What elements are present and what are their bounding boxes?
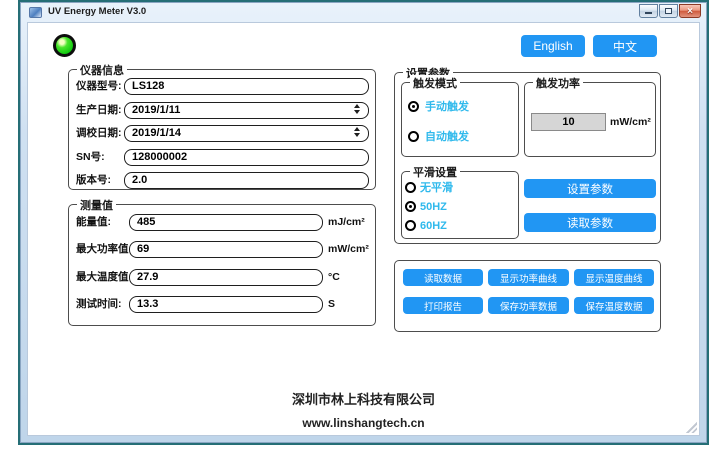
spinner-up-icon[interactable] <box>354 104 360 108</box>
smoothing-title: 平滑设置 <box>410 164 460 180</box>
close-button[interactable]: × <box>679 4 701 18</box>
window-controls: × <box>639 4 701 18</box>
maximize-icon <box>665 8 672 14</box>
app-window: UV Energy Meter V3.0 × English 中文 仪器信息 仪… <box>20 2 707 443</box>
spinner-down-icon[interactable] <box>354 110 360 114</box>
field-label-model: 仪器型号: <box>76 78 122 95</box>
field-label-version: 版本号: <box>76 172 111 189</box>
show-temp-curve-button[interactable]: 显示温度曲线 <box>574 269 654 286</box>
status-led-indicator <box>53 34 76 57</box>
app-icon <box>29 7 42 18</box>
production-date-field[interactable]: 2019/1/11 <box>124 102 369 119</box>
calibration-date-field[interactable]: 2019/1/14 <box>124 125 369 142</box>
field-label-calibration-date: 调校日期: <box>76 125 122 142</box>
read-data-button[interactable]: 读取数据 <box>403 269 483 286</box>
measure-label-test-time: 测试时间: <box>76 296 122 313</box>
trigger-mode-title: 触发模式 <box>410 75 460 91</box>
test-time-unit-label: S <box>328 296 335 313</box>
model-field[interactable]: LS128 <box>124 78 369 95</box>
set-parameters-button[interactable]: 设置参数 <box>524 179 656 198</box>
field-label-sn: SN号: <box>76 149 105 166</box>
read-parameters-button[interactable]: 读取参数 <box>524 213 656 232</box>
titlebar: UV Energy Meter V3.0 × <box>21 3 706 22</box>
website-label: www.linshangtech.cn <box>28 416 699 430</box>
spinner-up-icon[interactable] <box>354 127 360 131</box>
save-power-data-button[interactable]: 保存功率数据 <box>488 297 569 314</box>
max-temp-value-field[interactable]: 27.9 <box>129 269 323 286</box>
print-report-button[interactable]: 打印报告 <box>403 297 483 314</box>
maximize-button[interactable] <box>659 4 678 18</box>
english-language-button[interactable]: English <box>521 35 585 57</box>
measure-label-max-power: 最大功率值: <box>76 241 132 258</box>
trigger-mode-group: 触发模式 <box>401 82 519 157</box>
test-time-value-field[interactable]: 13.3 <box>129 296 323 313</box>
measurements-title: 测量值 <box>77 197 116 213</box>
sn-field[interactable]: 128000002 <box>124 149 369 166</box>
minimize-button[interactable] <box>639 4 658 18</box>
hz50-label[interactable]: 50HZ <box>420 200 447 215</box>
instrument-info-title: 仪器信息 <box>77 62 127 78</box>
trigger-power-unit-label: mW/cm² <box>610 114 651 131</box>
manual-trigger-label[interactable]: 手动触发 <box>425 100 469 115</box>
show-power-curve-button[interactable]: 显示功率曲线 <box>488 269 569 286</box>
trigger-power-title: 触发功率 <box>533 75 583 91</box>
hz60-radio[interactable] <box>405 220 416 231</box>
minimize-icon <box>645 12 652 14</box>
max-temp-unit-label: °C <box>328 269 340 286</box>
auto-trigger-radio[interactable] <box>408 131 419 142</box>
smoothing-group: 平滑设置 <box>401 171 519 239</box>
no-smoothing-label[interactable]: 无平滑 <box>420 181 453 196</box>
trigger-power-value-field[interactable]: 10 <box>531 113 606 131</box>
company-name-label: 深圳市林上科技有限公司 <box>28 389 699 408</box>
spinner-down-icon[interactable] <box>354 133 360 137</box>
save-temp-data-button[interactable]: 保存温度数据 <box>574 297 654 314</box>
measure-label-energy: 能量值: <box>76 214 111 231</box>
auto-trigger-label[interactable]: 自动触发 <box>425 130 469 145</box>
energy-value-field[interactable]: 485 <box>129 214 323 231</box>
energy-unit-label: mJ/cm² <box>328 214 365 231</box>
production-date-spinner <box>354 104 360 114</box>
max-power-value-field[interactable]: 69 <box>129 241 323 258</box>
calibration-date-spinner <box>354 127 360 137</box>
measure-label-max-temp: 最大温度值: <box>76 269 132 286</box>
chinese-language-button[interactable]: 中文 <box>593 35 657 57</box>
resize-grip[interactable] <box>686 422 697 433</box>
field-label-production-date: 生产日期: <box>76 102 122 119</box>
max-power-unit-label: mW/cm² <box>328 241 369 258</box>
version-field[interactable]: 2.0 <box>124 172 369 189</box>
no-smoothing-radio[interactable] <box>405 182 416 193</box>
client-area: English 中文 仪器信息 仪器型号: LS128 生产日期: 2019/1… <box>27 22 700 436</box>
hz50-radio[interactable] <box>405 201 416 212</box>
manual-trigger-radio[interactable] <box>408 101 419 112</box>
hz60-label[interactable]: 60HZ <box>420 219 447 234</box>
close-icon: × <box>680 5 700 17</box>
window-title: UV Energy Meter V3.0 <box>48 6 146 17</box>
